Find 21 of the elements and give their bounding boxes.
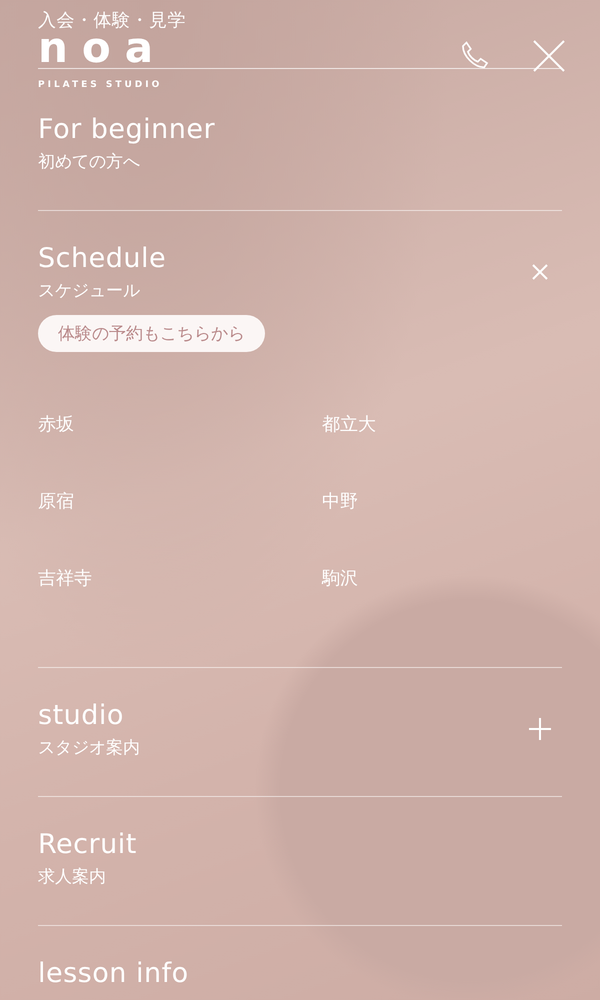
menu-title[interactable]: For beginner <box>38 112 216 148</box>
studio-link[interactable]: 都立大 <box>322 413 376 437</box>
logo-subtitle: PILATES STUDIO <box>38 80 162 90</box>
studio-link[interactable]: 吉祥寺 <box>38 567 92 591</box>
menu-subtitle: 求人案内 <box>38 866 106 889</box>
logo[interactable]: noa <box>38 30 168 66</box>
trial-booking-button[interactable]: 体験の予約もこちらから <box>38 315 265 352</box>
close-icon[interactable] <box>532 39 566 73</box>
plus-icon[interactable] <box>528 717 552 741</box>
menu-title[interactable]: Recruit <box>38 827 137 863</box>
studio-link[interactable]: 原宿 <box>38 490 74 514</box>
studio-link[interactable]: 中野 <box>322 490 358 514</box>
studio-link[interactable]: 駒沢 <box>322 567 358 591</box>
menu-title[interactable]: lesson info <box>38 956 189 992</box>
menu-title[interactable]: Schedule <box>38 241 166 277</box>
tagline: 入会・体験・見学 <box>38 10 186 32</box>
menu-subtitle: スタジオ案内 <box>38 737 140 760</box>
menu-title[interactable]: studio <box>38 698 124 734</box>
studio-link[interactable]: 赤坂 <box>38 413 74 437</box>
menu-subtitle: スケジュール <box>38 280 140 303</box>
menu-subtitle: 初めての方へ <box>38 151 140 174</box>
